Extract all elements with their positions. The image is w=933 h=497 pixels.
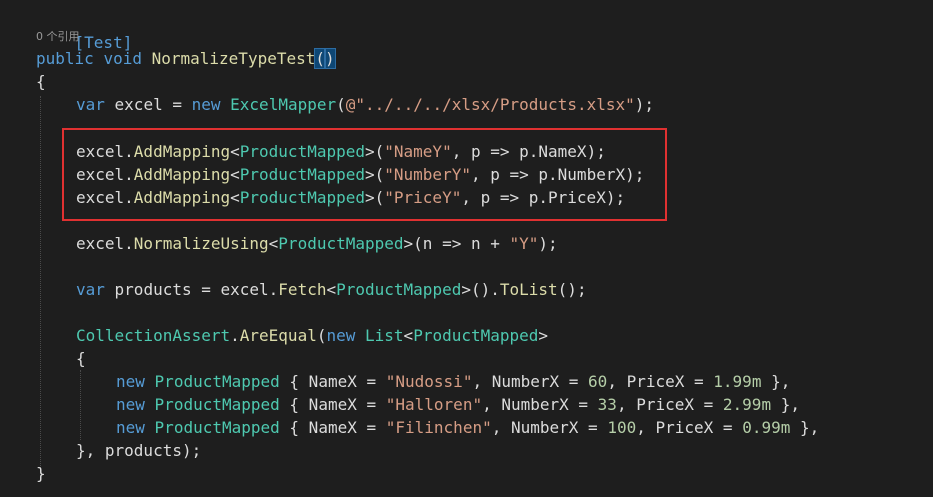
code-token: ); <box>634 95 655 114</box>
code-token: }, <box>771 395 800 414</box>
code-line-excel-init[interactable]: var excel = new ExcelMapper(@"../../../x… <box>76 93 654 116</box>
keyword-public: public <box>36 49 94 68</box>
code-line-method-signature[interactable]: public void NormalizeTypeTest() <box>36 47 336 70</box>
code-token: }, <box>790 418 820 437</box>
code-line-close-brace[interactable]: } <box>36 462 46 485</box>
type-name: ProductMapped <box>154 395 280 414</box>
code-line-list-close[interactable]: }, products); <box>76 439 201 462</box>
code-line-open-brace[interactable]: { <box>36 70 46 93</box>
code-token: < <box>268 234 279 253</box>
keyword-var: var <box>76 280 105 299</box>
code-line-fetch-products[interactable]: var products = excel.Fetch<ProductMapped… <box>76 278 587 301</box>
number-literal: 100 <box>607 418 637 437</box>
code-token: { NameX = <box>279 418 386 437</box>
string-literal: "Filinchen" <box>385 418 492 437</box>
string-literal: "Nudossi" <box>385 372 473 391</box>
code-token: < <box>403 326 414 345</box>
code-token: excel. <box>76 234 134 253</box>
keyword-void: void <box>103 49 142 68</box>
type-name: ProductMapped <box>336 280 462 299</box>
number-literal: 60 <box>588 372 608 391</box>
code-token: (); <box>557 280 587 299</box>
number-literal: 2.99m <box>722 395 772 414</box>
red-highlight-box <box>62 128 667 221</box>
codelens-references[interactable]: 0 个引用 <box>36 30 80 44</box>
keyword-new: new <box>116 372 145 391</box>
code-line-list-open-brace[interactable]: { <box>76 347 86 370</box>
type-name: List <box>365 326 404 345</box>
keyword-new: new <box>191 95 221 114</box>
number-literal: 1.99m <box>713 372 762 391</box>
code-line-product-nudossi[interactable]: new ProductMapped { NameX = "Nudossi", N… <box>116 370 790 393</box>
code-token: >(). <box>461 280 500 299</box>
code-token: { NameX = <box>279 372 386 391</box>
indent-guide <box>80 370 81 440</box>
code-token: , NumberX = <box>482 395 598 414</box>
method-name: Fetch <box>278 280 327 299</box>
indent-guide <box>40 96 41 468</box>
method-name: ToList <box>499 280 558 299</box>
code-line-attribute[interactable]: [Test] <box>36 8 133 52</box>
code-token: . <box>230 326 240 345</box>
code-editor[interactable]: [Test] 0 个引用 public void NormalizeTypeTe… <box>0 0 933 497</box>
number-literal: 33 <box>597 395 617 414</box>
code-token: excel = <box>104 95 192 114</box>
code-token: , PriceX = <box>636 418 743 437</box>
code-token: products = excel. <box>104 280 279 299</box>
code-line-collection-assert[interactable]: CollectionAssert.AreEqual(new List<Produ… <box>76 324 548 347</box>
code-token: ( <box>336 95 346 114</box>
method-name: NormalizeTypeTest <box>151 49 316 68</box>
code-line-product-halloren[interactable]: new ProductMapped { NameX = "Halloren", … <box>116 393 800 416</box>
number-literal: 0.99m <box>742 418 791 437</box>
keyword-new: new <box>116 418 145 437</box>
code-token: , PriceX = <box>607 372 714 391</box>
type-name: CollectionAssert <box>76 326 231 345</box>
method-name: NormalizeUsing <box>133 234 269 253</box>
code-token: >(n => n + <box>403 234 510 253</box>
keyword-new: new <box>116 395 145 414</box>
code-token: { <box>36 72 46 91</box>
code-token: }, products); <box>76 441 202 460</box>
paren-close-highlight: ) <box>324 48 336 69</box>
string-literal: @"../../../xlsx/Products.xlsx" <box>345 95 635 114</box>
code-token: } <box>36 464 46 483</box>
type-name: ProductMapped <box>413 326 539 345</box>
keyword-var: var <box>76 95 105 114</box>
type-name: ProductMapped <box>154 372 280 391</box>
type-name: ExcelMapper <box>230 95 337 114</box>
type-name: ProductMapped <box>154 418 280 437</box>
code-token: < <box>326 280 337 299</box>
code-token: { NameX = <box>279 395 386 414</box>
code-token: , PriceX = <box>616 395 723 414</box>
keyword-new: new <box>326 326 356 345</box>
code-token: }, <box>761 372 791 391</box>
string-literal: "Y" <box>509 234 539 253</box>
type-name: ProductMapped <box>278 234 404 253</box>
code-token: , NumberX = <box>491 418 608 437</box>
code-line-product-filinchen[interactable]: new ProductMapped { NameX = "Filinchen",… <box>116 416 819 439</box>
string-literal: "Halloren" <box>385 395 483 414</box>
code-line-normalize-using[interactable]: excel.NormalizeUsing<ProductMapped>(n =>… <box>76 232 558 255</box>
code-token: > <box>538 326 549 345</box>
code-token: ); <box>538 234 558 253</box>
code-token: , NumberX = <box>472 372 589 391</box>
paren-open-highlight: ( <box>314 48 326 69</box>
method-name: AreEqual <box>239 326 317 345</box>
code-token: { <box>76 349 86 368</box>
